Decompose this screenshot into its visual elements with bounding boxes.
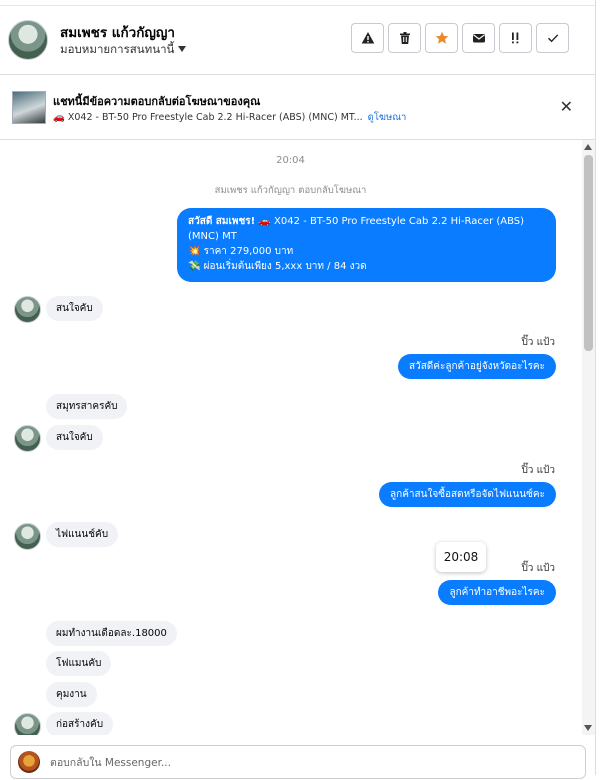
close-icon[interactable]: ✕ (560, 97, 573, 116)
envelope-icon (472, 34, 485, 43)
assign-label: มอบหมายการสนทนานี้ (60, 42, 175, 56)
star-icon (435, 31, 448, 44)
ad-reply-line: 💥 ราคา 279,000 บาท (188, 246, 294, 257)
warning-icon (361, 32, 374, 44)
trash-icon (399, 32, 410, 44)
message-bubble-incoming: ก่อสร้างคับ (46, 712, 114, 735)
ad-reply-banner: แชทนี้มีข้อความตอบกลับต่อโฆษณาของคุณ 🚗 X… (0, 75, 595, 140)
scroll-up-arrow-icon[interactable] (584, 144, 592, 150)
contact-avatar-small (14, 713, 41, 735)
scroll-down-arrow-icon[interactable] (584, 725, 592, 731)
view-ad-link[interactable]: ดูโฆษณา (368, 112, 407, 123)
chat-scrollbar[interactable] (582, 140, 595, 735)
ad-reply-bubble: สวัสดี สมเพชร! 🚗 X042 - BT-50 Pro Freest… (177, 208, 556, 282)
message-bubble-incoming: ไฟแนนช์คับ (46, 522, 119, 547)
contact-avatar-small (14, 296, 41, 323)
spam-button[interactable] (351, 23, 384, 53)
page-avatar (18, 751, 40, 773)
contact-avatar-small (14, 523, 41, 550)
star-button[interactable] (425, 23, 458, 53)
done-button[interactable] (536, 23, 569, 53)
message-time-tooltip: 20:08 (436, 542, 486, 572)
message-bubble-incoming: คุมงาน (46, 682, 97, 707)
ad-reply-line: 💸 ผ่อนเริ่มต้นเพียง 5,xxx บาท / 84 งวด (188, 261, 367, 272)
flag-icon (511, 32, 518, 44)
mark-unread-button[interactable] (462, 23, 495, 53)
ad-banner-line: 🚗 X042 - BT-50 Pro Freestyle Cab 2.2 Hi-… (53, 110, 406, 125)
message-bubble-outgoing: ลูกค้าสนใจซื้อสดหรือจัดไฟแนนซ์คะ (379, 482, 556, 507)
ad-reply-line: สวัสดี สมเพชร! 🚗 X042 - BT-50 Pro Freest… (188, 216, 525, 242)
message-thread[interactable]: 20:04 สมเพชร แก้วกัญญา ตอบกลับโฆษณา สวัส… (0, 140, 581, 735)
check-icon (547, 34, 558, 43)
conversation-header: สมเพชร แก้วกัญญา มอบหมายการสนทนานี้ (0, 6, 595, 75)
sender-name: ปิ๊ว แป้ว (521, 337, 555, 348)
header-actions (351, 23, 569, 53)
caret-down-icon (178, 46, 187, 52)
ad-thumbnail[interactable] (12, 91, 46, 124)
ad-text: 🚗 X042 - BT-50 Pro Freestyle Cab 2.2 Hi-… (53, 112, 363, 123)
sender-name: ปิ๊ว แป้ว (521, 465, 555, 476)
ad-reply-note: สมเพชร แก้วกัญญา ตอบกลับโฆษณา (214, 185, 367, 196)
sender-name: ปิ๊ว แป้ว (521, 563, 555, 574)
assign-conversation-dropdown[interactable]: มอบหมายการสนทนานี้ (60, 41, 187, 59)
message-bubble-outgoing: สวัสดีค่ะลูกค้าอยู่จังหวัดอะไรคะ (397, 354, 556, 379)
ad-reply-greeting: สวัสดี สมเพชร! (188, 216, 256, 227)
message-bubble-incoming: ผมทำงานเดือดละ.18000 (46, 621, 177, 646)
scrollbar-thumb[interactable] (584, 155, 593, 351)
message-bubble-incoming: สมุทรสาครคับ (46, 394, 128, 419)
contact-avatar[interactable] (8, 20, 48, 60)
panel-divider (595, 0, 596, 775)
contact-avatar-small (14, 425, 41, 452)
reply-composer (10, 745, 586, 780)
message-bubble-outgoing: ลูกค้าทำอาชีพอะไรคะ (438, 580, 556, 605)
message-bubble-incoming: สนใจคับ (46, 296, 103, 321)
follow-up-button[interactable] (499, 23, 532, 53)
message-bubble-incoming: โฟแมนคับ (46, 651, 112, 676)
timestamp: 20:04 (276, 155, 305, 166)
ad-banner-title: แชทนี้มีข้อความตอบกลับต่อโฆษณาของคุณ (53, 95, 261, 108)
message-bubble-incoming: สนใจคับ (46, 425, 103, 450)
delete-button[interactable] (388, 23, 421, 53)
contact-name[interactable]: สมเพชร แก้วกัญญา (60, 21, 175, 43)
